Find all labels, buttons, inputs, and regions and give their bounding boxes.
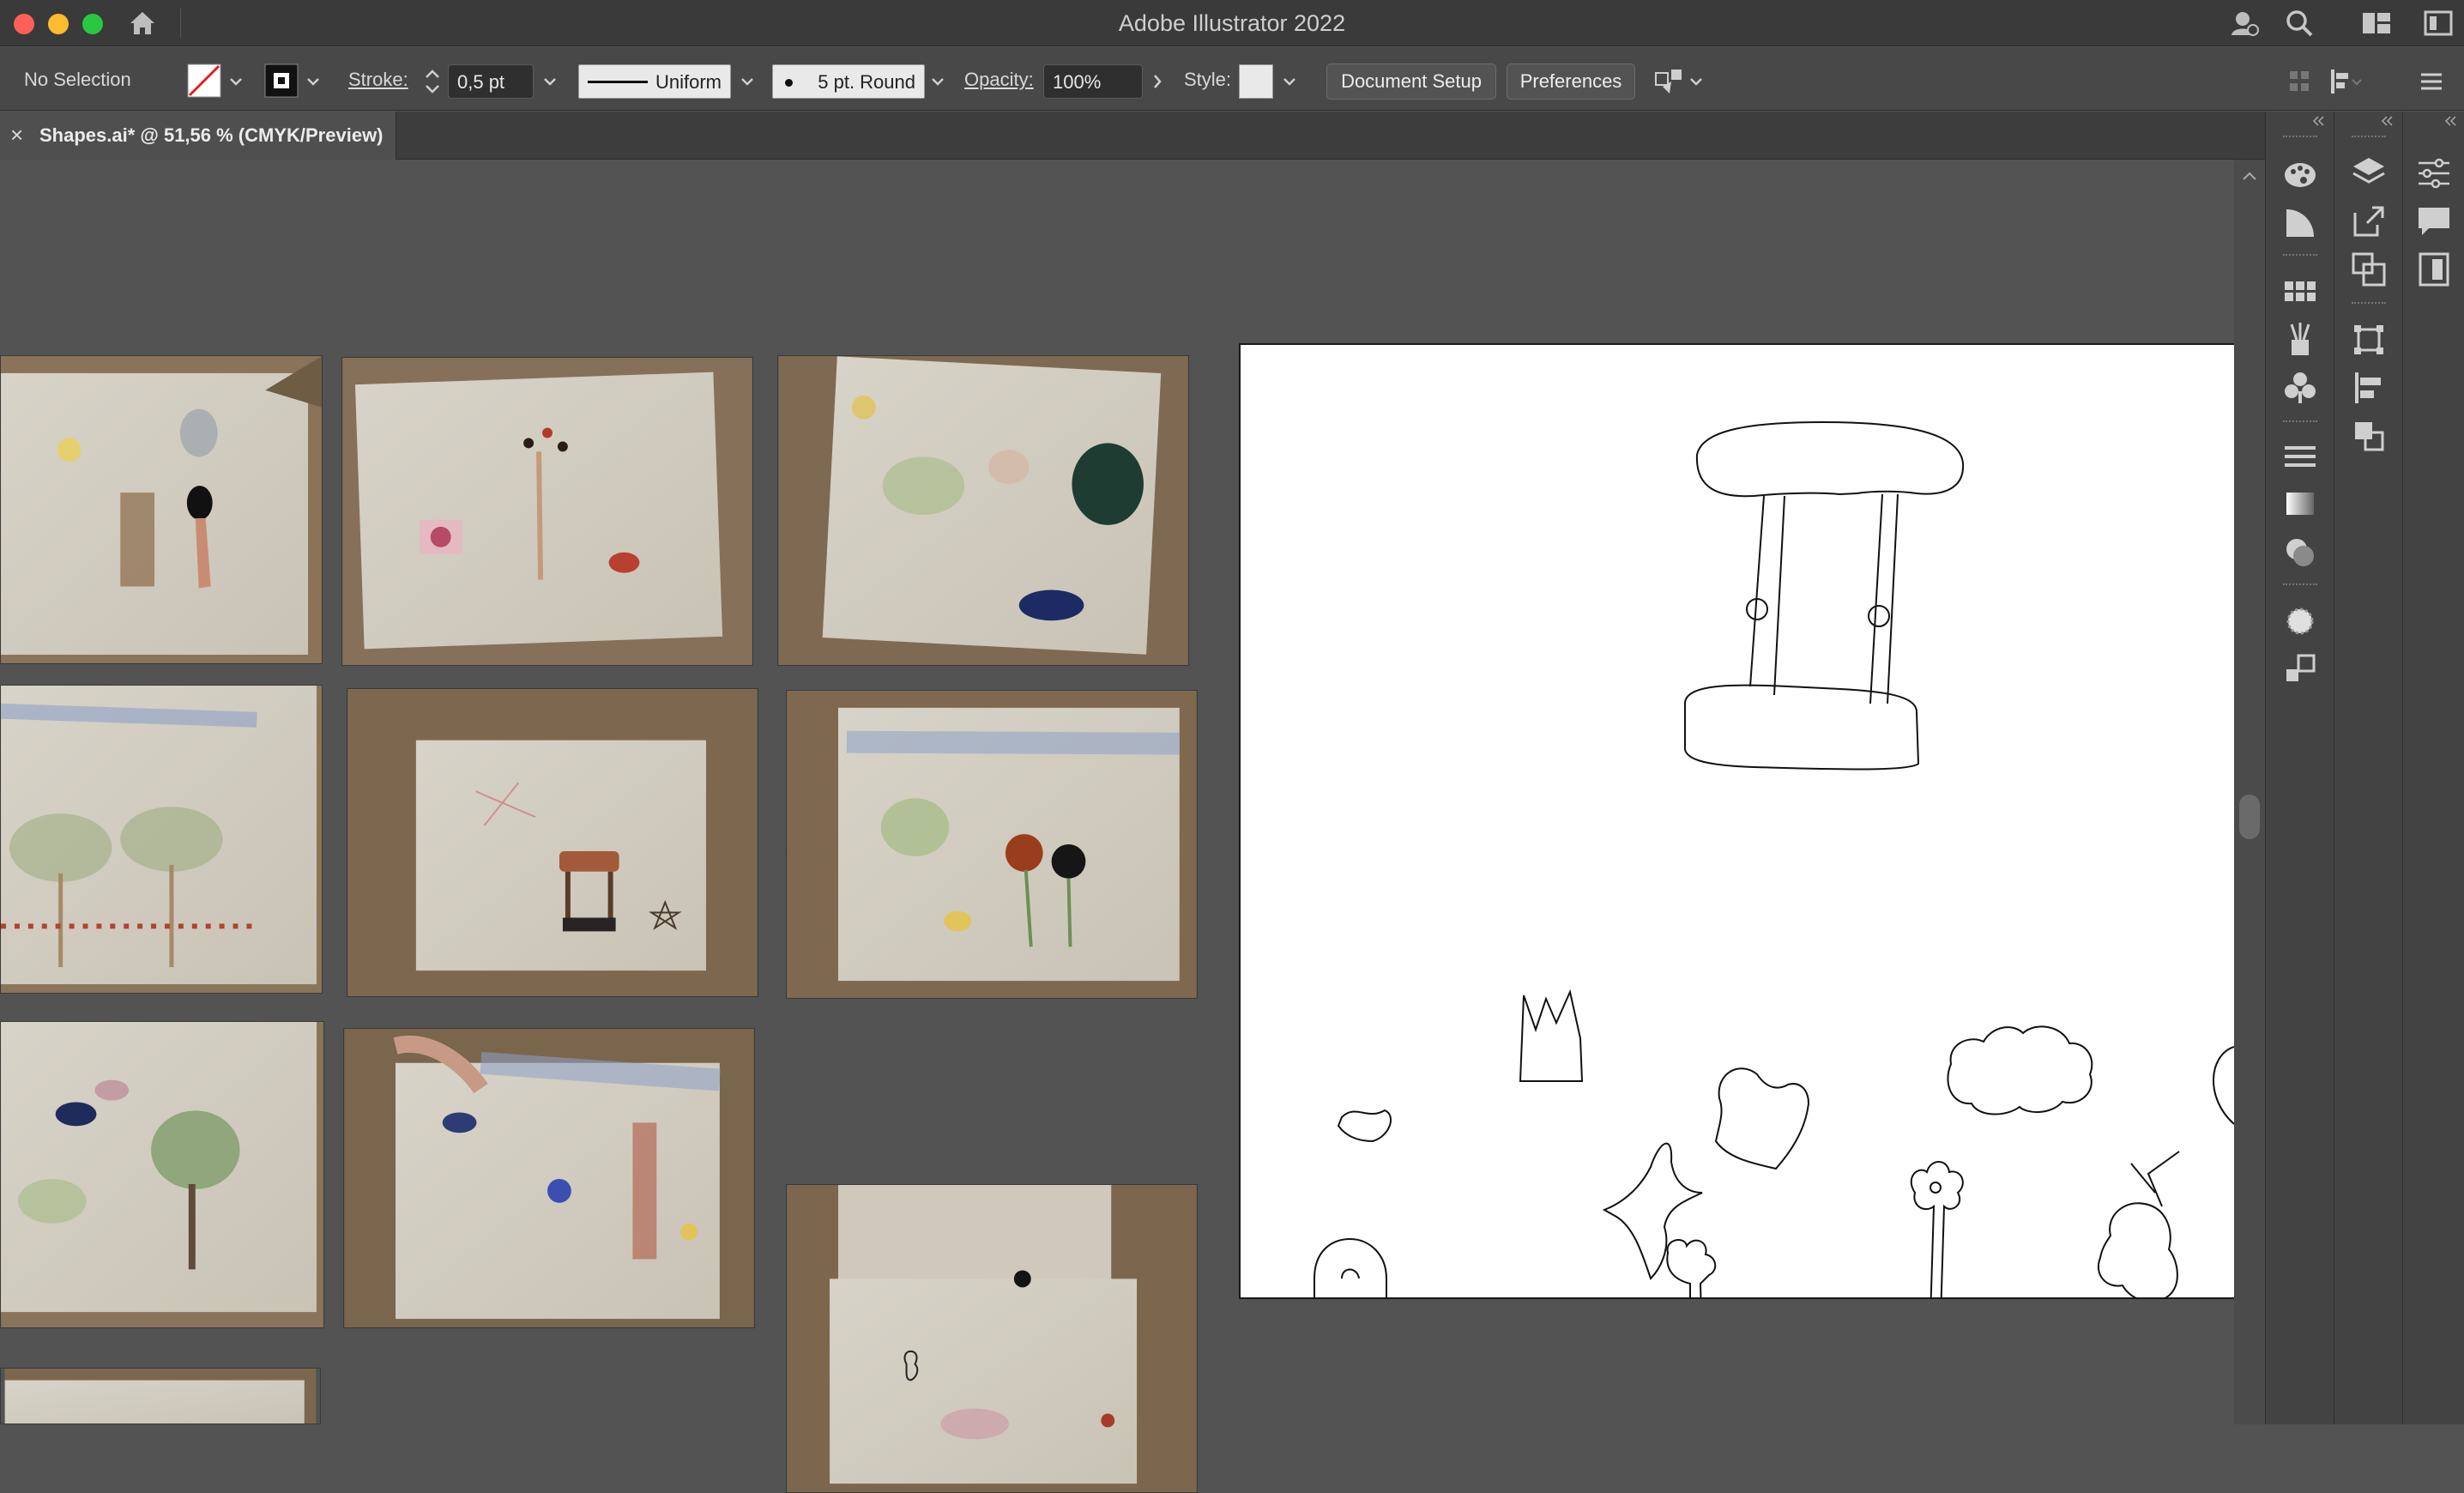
brush-label: 5 pt. Round — [818, 71, 915, 93]
pathfinder-icon[interactable] — [2348, 415, 2389, 456]
stroke-icon[interactable] — [2280, 436, 2321, 477]
brush-dot-icon — [785, 79, 793, 87]
color-icon[interactable] — [2280, 154, 2321, 196]
scroll-up-icon[interactable] — [2239, 166, 2260, 187]
appearance-icon[interactable] — [2280, 601, 2321, 642]
placed-photo[interactable] — [341, 357, 753, 666]
chevron-down-icon[interactable] — [226, 64, 245, 99]
align-panel-icon[interactable] — [2287, 66, 2311, 97]
properties-icon[interactable] — [2413, 153, 2455, 194]
search-icon[interactable] — [2284, 8, 2315, 39]
placed-photo[interactable] — [0, 355, 323, 664]
opacity-label[interactable]: Opacity: — [964, 69, 1034, 91]
transform-icon[interactable] — [2348, 319, 2389, 360]
collapse-panels-icon[interactable] — [2310, 113, 2328, 129]
artboard[interactable] — [1239, 343, 2234, 1299]
chevron-down-icon[interactable] — [738, 64, 757, 99]
document-tab[interactable]: × Shapes.ai* @ 51,56 % (CMYK/Preview) — [0, 112, 396, 160]
panel-grip[interactable] — [2283, 420, 2317, 426]
placed-photo[interactable] — [0, 1368, 321, 1424]
libraries-icon[interactable] — [2413, 249, 2455, 290]
align-icon[interactable] — [2348, 367, 2389, 408]
document-setup-button[interactable]: Document Setup — [1326, 63, 1496, 100]
chevron-down-icon[interactable] — [1280, 64, 1299, 99]
chevron-right-icon[interactable] — [1148, 64, 1167, 99]
selection-status: No Selection — [24, 69, 131, 90]
chevron-down-icon[interactable] — [928, 64, 947, 99]
stroke-profile-preview — [588, 81, 648, 83]
placed-photo[interactable] — [0, 685, 323, 994]
vertical-scrollbar[interactable] — [2234, 160, 2265, 1424]
placed-photo[interactable] — [786, 1184, 1198, 1493]
stroke-profile-select[interactable]: Uniform — [578, 64, 731, 99]
stroke-weight-input[interactable]: 0,5 pt — [448, 64, 534, 99]
title-bar: Adobe Illustrator 2022 — [0, 0, 2464, 46]
graphic-styles-icon[interactable] — [2280, 649, 2321, 690]
export-icon[interactable] — [2348, 201, 2389, 242]
canvas-area[interactable] — [0, 160, 2234, 1493]
fill-none-swatch[interactable] — [187, 63, 221, 98]
placed-photo[interactable] — [0, 1021, 324, 1328]
document-tab-label: Shapes.ai* @ 51,56 % (CMYK/Preview) — [39, 124, 383, 146]
stroke-label[interactable]: Stroke: — [348, 69, 408, 91]
control-bar: No Selection Stroke: 0,5 pt Uniform 5 pt… — [0, 47, 2464, 111]
app-title: Adobe Illustrator 2022 — [1118, 10, 1346, 36]
chevron-down-icon[interactable] — [541, 64, 559, 99]
symbols-icon[interactable] — [2280, 367, 2321, 408]
brush-definition-select[interactable]: 5 pt. Round — [772, 64, 925, 99]
panel-grip[interactable] — [2283, 136, 2317, 141]
color-guide-icon[interactable] — [2280, 202, 2321, 244]
placed-photo[interactable] — [777, 355, 1189, 666]
style-label: Style: — [1184, 69, 1232, 90]
scrollbar-thumb[interactable] — [2239, 795, 2260, 839]
chevron-down-icon[interactable] — [304, 64, 323, 99]
document-tab-bar: × Shapes.ai* @ 51,56 % (CMYK/Preview) — [0, 112, 2265, 160]
preferences-button[interactable]: Preferences — [1507, 63, 1635, 100]
control-bar-menu-icon[interactable] — [2416, 66, 2447, 97]
placed-photo[interactable] — [347, 688, 758, 997]
placed-photo[interactable] — [343, 1028, 755, 1328]
panel-toggle-icon[interactable] — [2423, 8, 2454, 39]
swatches-icon[interactable] — [2280, 271, 2321, 312]
gradient-icon[interactable] — [2280, 484, 2321, 525]
artboards-icon[interactable] — [2348, 249, 2389, 290]
placed-photo[interactable] — [786, 690, 1198, 999]
stroke-profile-label: Uniform — [655, 71, 722, 93]
collapse-panels-icon[interactable] — [2379, 113, 2396, 129]
transform-panel-icon[interactable] — [2328, 66, 2363, 97]
chevron-down-icon[interactable] — [1687, 64, 1706, 99]
cloud-user-icon[interactable] — [2229, 8, 2260, 39]
panel-grip[interactable] — [2352, 136, 2386, 141]
panel-dock-column-1 — [2265, 112, 2334, 1424]
graphic-style-swatch[interactable] — [1239, 64, 1273, 99]
panel-dock-column-3 — [2402, 112, 2464, 1424]
stroke-swatch[interactable] — [264, 63, 299, 98]
collapse-panels-icon[interactable] — [2443, 113, 2460, 129]
panel-grip[interactable] — [2283, 254, 2317, 259]
opacity-input[interactable]: 100% — [1043, 64, 1143, 99]
stroke-weight-stepper[interactable] — [420, 64, 444, 99]
panel-dock-column-2 — [2334, 112, 2402, 1424]
transparency-icon[interactable] — [2280, 532, 2321, 573]
comments-icon[interactable] — [2413, 201, 2455, 242]
close-tab-button[interactable]: × — [10, 122, 23, 148]
brushes-icon[interactable] — [2280, 319, 2321, 360]
workspace-switcher-icon[interactable] — [2361, 8, 2392, 39]
layers-icon[interactable] — [2348, 153, 2389, 194]
panel-grip[interactable] — [2352, 302, 2386, 307]
arrange-documents-icon[interactable] — [1652, 64, 1687, 99]
panel-grip[interactable] — [2283, 583, 2317, 589]
